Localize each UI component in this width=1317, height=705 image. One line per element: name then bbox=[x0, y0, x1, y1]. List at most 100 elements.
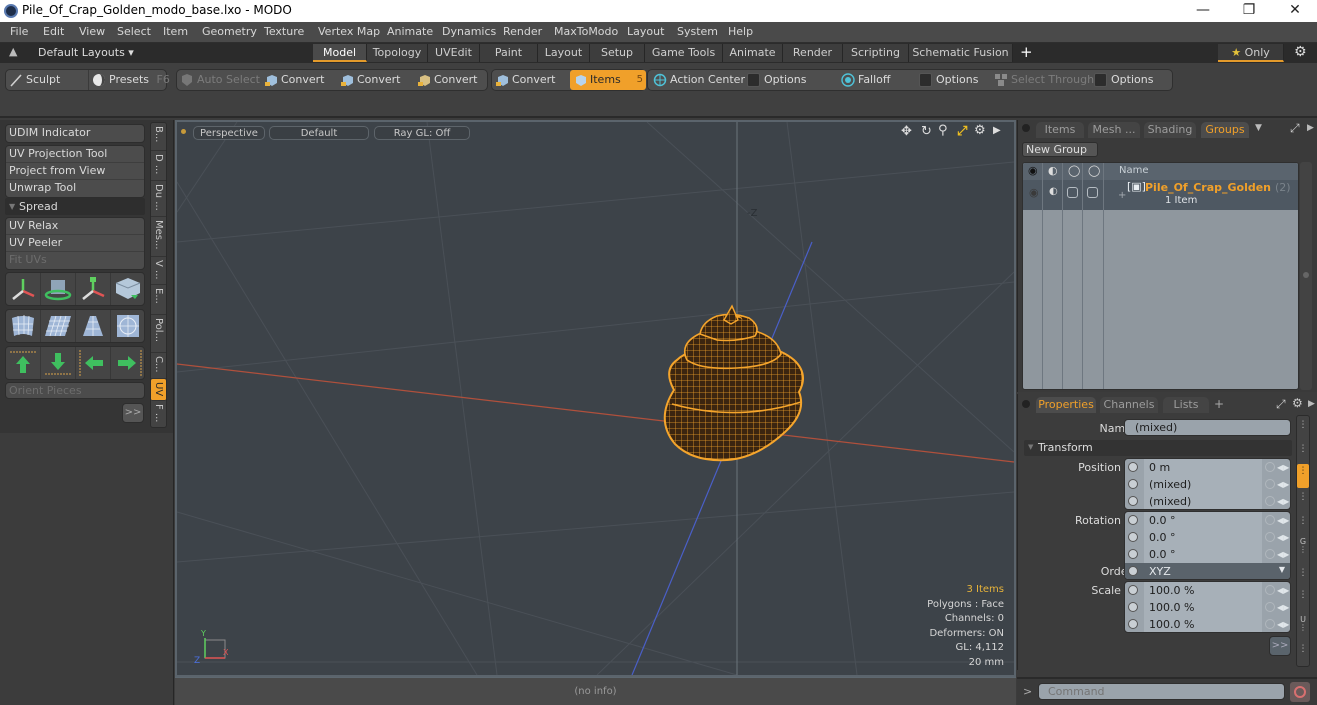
pile-mesh-wireframe[interactable] bbox=[663, 304, 804, 462]
key-icon[interactable] bbox=[1265, 479, 1275, 489]
uv-planar-projection[interactable] bbox=[41, 310, 76, 342]
key-icon[interactable] bbox=[1265, 602, 1275, 612]
falloff-button[interactable]: Falloff bbox=[838, 70, 914, 90]
menu-select[interactable]: Select bbox=[117, 25, 151, 38]
vtab-2[interactable]: ⋮ bbox=[1297, 442, 1309, 466]
project-from-view-button[interactable]: Project from View bbox=[6, 163, 144, 180]
menu-dynamics[interactable]: Dynamics bbox=[442, 25, 496, 38]
view-type-dropdown[interactable]: Perspective bbox=[193, 126, 265, 140]
convert-items-button[interactable]: Convert bbox=[492, 70, 568, 90]
name-field[interactable]: (mixed) bbox=[1124, 419, 1291, 436]
tab-scripting[interactable]: Scripting bbox=[843, 44, 909, 62]
key-icon[interactable] bbox=[1265, 619, 1275, 629]
animate-dot-icon[interactable] bbox=[1128, 515, 1138, 525]
fit-uvs-button[interactable]: Fit UVs bbox=[6, 252, 144, 269]
uv-perspective-projection[interactable] bbox=[76, 310, 111, 342]
rotate-view-icon[interactable]: ↻ bbox=[921, 124, 932, 139]
group-name[interactable]: Pile_Of_Crap_Golden bbox=[1145, 181, 1271, 194]
add-layout-button[interactable]: + bbox=[1020, 43, 1033, 61]
vtab-us[interactable]: U ⋮ bbox=[1297, 612, 1309, 636]
action-center-button[interactable]: Action Center bbox=[650, 70, 745, 90]
udim-indicator-button[interactable]: UDIM Indicator bbox=[5, 124, 145, 143]
tab-channels[interactable]: Channels bbox=[1100, 397, 1158, 413]
stepper-arrows-icon[interactable]: ◀▶ bbox=[1277, 461, 1289, 474]
viewport-more-arrow-icon[interactable]: ▶ bbox=[993, 125, 1001, 136]
menu-layout[interactable]: Layout bbox=[627, 25, 664, 38]
tab-mesh[interactable]: Mesh ... bbox=[1088, 122, 1140, 138]
vtab-3[interactable]: ⋮ bbox=[1297, 490, 1309, 514]
record-macro-button[interactable] bbox=[1290, 682, 1310, 702]
uv-peeler-button[interactable]: UV Peeler bbox=[6, 235, 144, 252]
menu-file[interactable]: File bbox=[10, 25, 28, 38]
animate-dot-icon[interactable] bbox=[1128, 479, 1138, 489]
viewport-settings-gear-icon[interactable]: ⚙ bbox=[974, 123, 986, 138]
select-through-button[interactable]: Select Through bbox=[991, 70, 1094, 90]
convert-polygons-button[interactable]: Convert bbox=[414, 70, 489, 90]
menu-help[interactable]: Help bbox=[728, 25, 753, 38]
close-button[interactable]: ✕ bbox=[1272, 0, 1317, 22]
vtab-6[interactable]: ⋮ bbox=[1297, 588, 1309, 612]
tab-animate[interactable]: Animate bbox=[723, 44, 783, 62]
3d-viewport[interactable]: -Z Y X Z Perspective Default Ray GL: Off bbox=[175, 120, 1016, 677]
scale-y-field[interactable]: 100.0 % bbox=[1144, 599, 1262, 616]
uv-transform-tool[interactable] bbox=[111, 273, 145, 305]
stepper-arrows-icon[interactable]: ◀▶ bbox=[1277, 601, 1289, 614]
vtab-curve[interactable]: C... bbox=[151, 353, 166, 379]
uv-scale-tool[interactable] bbox=[76, 273, 111, 305]
key-icon[interactable] bbox=[1265, 549, 1275, 559]
stepper-arrows-icon[interactable]: ◀▶ bbox=[1277, 495, 1289, 508]
menu-texture[interactable]: Texture bbox=[264, 25, 304, 38]
vtab-g[interactable]: G ⋮ bbox=[1297, 534, 1309, 558]
group-select-checkbox[interactable] bbox=[1087, 187, 1098, 198]
shading-dropdown[interactable]: Default bbox=[269, 126, 369, 140]
tab-render[interactable]: Render bbox=[783, 44, 843, 62]
align-top-button[interactable] bbox=[6, 347, 41, 379]
vtab-active[interactable]: ⋮ bbox=[1297, 464, 1309, 488]
expand-panel-icon[interactable]: ⤢ bbox=[1290, 121, 1300, 136]
animate-dot-icon[interactable] bbox=[1128, 496, 1138, 506]
tab-game-tools[interactable]: Game Tools bbox=[645, 44, 723, 62]
key-icon[interactable] bbox=[1265, 585, 1275, 595]
only-toggle[interactable]: ★ Only bbox=[1218, 44, 1284, 62]
animate-dot-icon[interactable] bbox=[1128, 462, 1138, 472]
uv-move-tool[interactable] bbox=[6, 273, 41, 305]
vtab-polygon[interactable]: Pol... bbox=[151, 315, 166, 353]
stepper-arrows-icon[interactable]: ◀▶ bbox=[1277, 514, 1289, 527]
command-input[interactable] bbox=[1038, 683, 1285, 700]
visibility-column-eye-icon[interactable]: ◉ bbox=[1028, 164, 1038, 177]
expand-plus-icon[interactable]: + bbox=[1118, 190, 1126, 201]
stepper-arrows-icon[interactable]: ◀▶ bbox=[1277, 618, 1289, 631]
animate-dot-icon[interactable] bbox=[1128, 619, 1138, 629]
expand-panel-icon[interactable]: ⤢ bbox=[1276, 397, 1286, 412]
group-row[interactable]: ◉ ◐ + [▣] Pile_Of_Crap_Golden (2) 1 Item bbox=[1023, 180, 1298, 210]
spread-section-toggle[interactable]: ▼ Spread bbox=[5, 198, 145, 215]
tab-schematic-fusion[interactable]: Schematic Fusion bbox=[909, 44, 1013, 62]
presets-button[interactable]: Presets F6 bbox=[88, 70, 170, 90]
rotation-y-field[interactable]: 0.0 ° bbox=[1144, 529, 1262, 546]
menu-geometry[interactable]: Geometry bbox=[202, 25, 257, 38]
auto-select-button[interactable]: Auto Select bbox=[177, 70, 260, 90]
tab-items[interactable]: Items bbox=[1036, 122, 1084, 138]
panel-more-arrow-icon[interactable]: ▶ bbox=[1307, 123, 1314, 133]
pan-move-icon[interactable]: ✥ bbox=[901, 124, 912, 139]
vtab-mesh-edit[interactable]: Mes... bbox=[151, 217, 166, 257]
default-layouts-dropdown[interactable]: Default Layouts ▾ bbox=[38, 46, 134, 59]
uv-projection-tool-button[interactable]: UV Projection Tool bbox=[6, 146, 144, 163]
restore-button[interactable]: ❐ bbox=[1226, 0, 1272, 22]
tab-properties[interactable]: Properties bbox=[1036, 397, 1096, 413]
name-column-header[interactable]: Name bbox=[1119, 165, 1149, 176]
menu-vertex-map[interactable]: Vertex Map bbox=[318, 25, 380, 38]
render-column-icon[interactable]: ◐ bbox=[1048, 164, 1058, 177]
groups-scrollbar[interactable] bbox=[1300, 162, 1312, 390]
menu-item[interactable]: Item bbox=[163, 25, 188, 38]
minimize-button[interactable]: — bbox=[1180, 0, 1226, 22]
animate-dot-icon[interactable] bbox=[1128, 602, 1138, 612]
action-center-options-button[interactable]: Options bbox=[744, 70, 834, 90]
group-lock-checkbox[interactable] bbox=[1067, 187, 1078, 198]
tabs-dropdown-icon[interactable]: ▼ bbox=[1255, 123, 1262, 133]
lock-column-icon[interactable]: ◯ bbox=[1068, 164, 1080, 177]
group-render-icon[interactable]: ◐ bbox=[1049, 186, 1058, 197]
vtab-uv[interactable]: UV bbox=[151, 379, 166, 401]
select-through-options-button[interactable]: Options bbox=[1091, 70, 1171, 90]
position-x-field[interactable]: 0 m bbox=[1144, 459, 1262, 476]
